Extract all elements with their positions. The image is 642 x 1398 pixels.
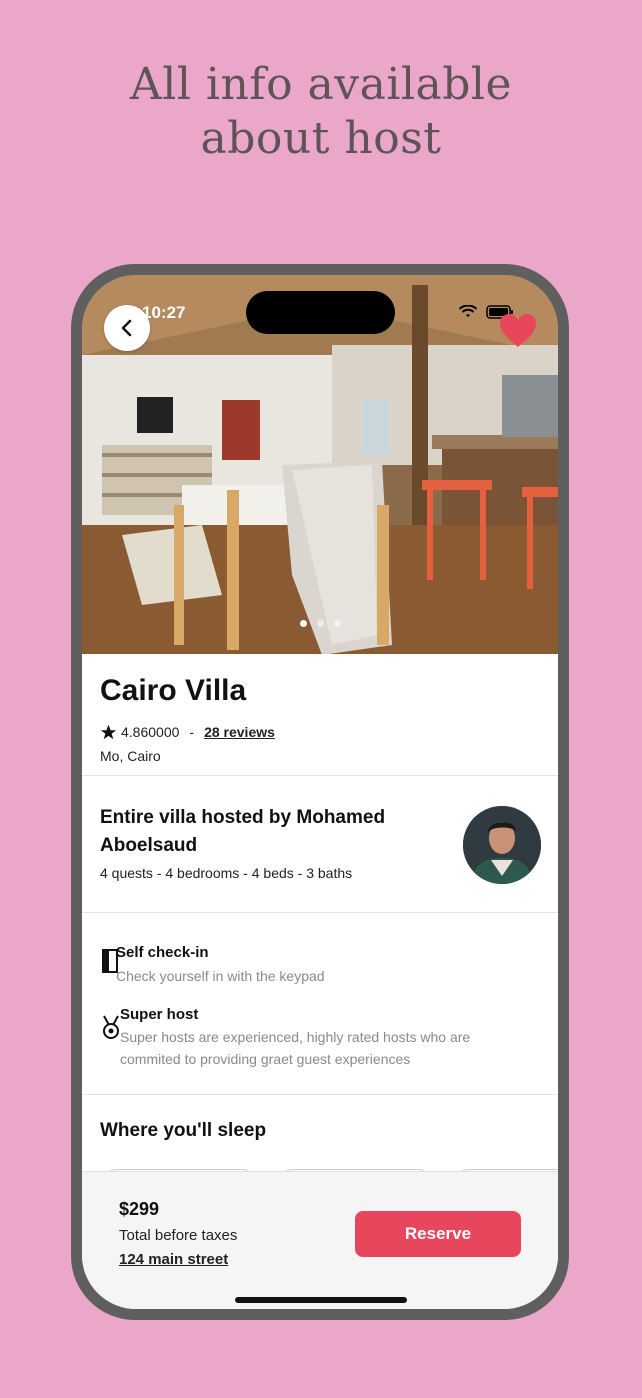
heart-icon[interactable] [498, 313, 538, 349]
feature-title: Self check-in [116, 944, 209, 961]
host-avatar-image [463, 806, 541, 884]
divider [82, 1094, 558, 1095]
address-link[interactable]: 124 main street [119, 1251, 228, 1268]
star-icon [100, 724, 117, 740]
reserve-button[interactable]: Reserve [355, 1211, 521, 1257]
chevron-left-icon [121, 319, 132, 337]
rating-separator: - [189, 724, 195, 740]
medal-icon [103, 1015, 119, 1039]
rating-row: 4.860000 - 28 reviews [100, 724, 275, 740]
phone-frame: 10:27 Cairo Villa 4.860000 - 28 reviews … [71, 264, 569, 1320]
price: $299 [119, 1199, 160, 1219]
price-note: Total before taxes [119, 1227, 238, 1244]
feature-description: Super hosts are experienced, highly rate… [120, 1029, 471, 1067]
wifi-icon [458, 305, 478, 317]
reviews-link[interactable]: 28 reviews [204, 724, 275, 740]
phone-screen: 10:27 Cairo Villa 4.860000 - 28 reviews … [82, 275, 558, 1309]
feature-title: Super host [120, 1006, 199, 1023]
pagination-dot[interactable] [299, 620, 307, 627]
host-avatar[interactable] [463, 806, 541, 884]
host-title: Entire villa hosted by Mohamed Aboelsaud [100, 807, 386, 856]
sleep-section-title: Where you'll sleep [100, 1120, 267, 1141]
listing-details: 4 quests - 4 bedrooms - 4 beds - 3 baths [100, 865, 353, 881]
feature-description: Check yourself in with the keypad [116, 968, 325, 984]
pagination-dot[interactable] [316, 620, 324, 627]
rating-value: 4.860000 [121, 724, 180, 740]
divider [82, 775, 558, 776]
listing-location: Mo, Cairo [100, 748, 161, 764]
back-button[interactable] [104, 305, 150, 351]
photo-pagination [82, 620, 558, 627]
pagination-dot[interactable] [333, 620, 341, 627]
home-indicator [235, 1297, 407, 1303]
headline-line-1: All info available [129, 59, 513, 110]
listing-photo[interactable]: 10:27 [82, 275, 558, 654]
headline-line-2: about host [200, 113, 442, 164]
divider [82, 912, 558, 913]
feature-super-host: Super host Super hosts are experienced, … [100, 1006, 540, 1076]
dynamic-island [246, 291, 395, 334]
headline: All info available about host [0, 58, 642, 166]
booking-bar: $299 Total before taxes 124 main street … [82, 1171, 558, 1309]
feature-self-check-in: Self check-in Check yourself in with the… [100, 944, 540, 988]
listing-title: Cairo Villa [100, 674, 247, 707]
